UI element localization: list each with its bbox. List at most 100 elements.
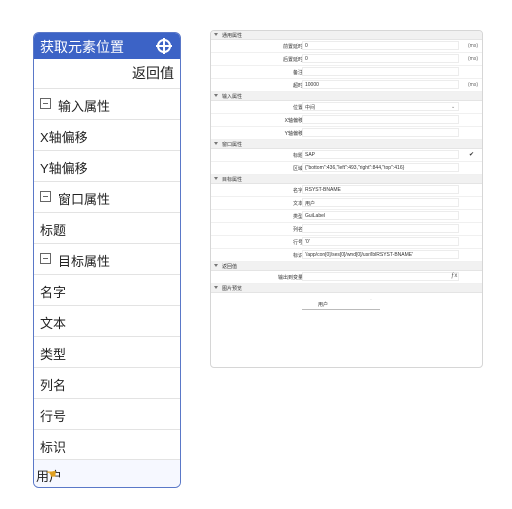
property-row[interactable]: 标识 xyxy=(34,429,180,460)
return-value-label: 返回值 xyxy=(132,65,174,81)
section-window-title: 窗口属性 xyxy=(222,142,243,148)
property-row[interactable]: 名字 xyxy=(34,274,180,305)
property-field-row: 类型 GuiLabel xyxy=(211,210,482,223)
property-row[interactable]: 文本 xyxy=(34,305,180,336)
property-field-row: Y轴偏移 xyxy=(211,127,482,140)
cursor-mark-icon: ˙ xyxy=(370,299,372,305)
row-label: 输入属性 xyxy=(58,99,111,114)
field-unit: (ms) xyxy=(468,43,478,49)
field-unit: (ms) xyxy=(468,56,478,62)
row-label: 列名 xyxy=(40,378,67,393)
property-row[interactable]: 列名 xyxy=(34,367,180,398)
field-input[interactable]: '/app/con[0]/ses[0]/wnd[0]/usr/lblRSYST-… xyxy=(302,250,459,259)
property-field-row: 文本 用户 xyxy=(211,197,482,210)
section-general[interactable]: 通用属性 xyxy=(211,31,482,40)
row-label: 标题 xyxy=(40,223,67,238)
section-return-title: 返回值 xyxy=(222,264,238,270)
preview-image: 用户 ˙ xyxy=(302,299,380,310)
section-input[interactable]: 输入属性 xyxy=(211,92,482,101)
property-row[interactable]: X轴偏移 xyxy=(34,119,180,150)
section-preview-title: 图片预览 xyxy=(222,286,243,292)
section-general-title: 通用属性 xyxy=(222,33,243,39)
chevron-down-icon[interactable]: ⌄ xyxy=(451,104,455,110)
field-key: 前置延时 xyxy=(282,44,303,50)
node-card-title: 获取元素位置 xyxy=(40,39,124,55)
field-input[interactable]: SAP xyxy=(302,150,459,159)
group-header-row[interactable]: 窗口属性 xyxy=(34,181,180,212)
field-input[interactable]: GuiLabel xyxy=(302,211,459,220)
node-card-header[interactable]: 获取元素位置 xyxy=(34,33,180,59)
group-header-row[interactable]: 目标属性 xyxy=(34,243,180,274)
property-row[interactable]: 类型 xyxy=(34,336,180,367)
row-label: 文本 xyxy=(40,316,67,331)
row-label: X轴偏移 xyxy=(40,130,88,145)
caret-down-icon[interactable] xyxy=(214,264,218,267)
return-value-row[interactable]: 返回值 xyxy=(34,59,180,85)
property-panel: 通用属性 前置延时 0 (ms) 后置延时 0 (ms) 备注 超时 10000 (ms) 输入属… xyxy=(210,30,483,368)
caret-down-icon[interactable] xyxy=(214,33,218,36)
image-preview: 用户 ˙ xyxy=(211,293,482,315)
field-input[interactable] xyxy=(302,224,459,233)
property-field-row: 名字 RSYST-BNAME xyxy=(211,184,482,197)
property-row[interactable]: Y轴偏移 xyxy=(34,150,180,181)
property-field-row: 行号 '0' xyxy=(211,236,482,249)
property-field-row: 标识 '/app/con[0]/ses[0]/wnd[0]/usr/lblRSYS… xyxy=(211,249,482,262)
minus-box-icon[interactable] xyxy=(40,98,51,109)
field-input[interactable] xyxy=(302,128,459,137)
property-field-row: 区域 {"bottom":436,"left":493,"right":844,"… xyxy=(211,162,482,175)
section-target[interactable]: 目标属性 xyxy=(211,175,482,184)
property-field-row: X轴偏移 xyxy=(211,114,482,127)
property-field-row: 标题 SAP ✔ xyxy=(211,149,482,162)
property-field-row: 超时 10000 (ms) xyxy=(211,79,482,92)
field-input[interactable]: 10000 xyxy=(302,80,459,89)
caret-down-icon[interactable] xyxy=(214,94,218,97)
property-field-row: 位置 中间 ⌄ xyxy=(211,101,482,114)
row-label: 目标属性 xyxy=(58,254,111,269)
field-input[interactable]: 用户 xyxy=(302,198,459,207)
minus-box-icon[interactable] xyxy=(40,253,51,264)
section-target-title: 目标属性 xyxy=(222,177,243,183)
field-key: 后置延时 xyxy=(282,57,303,63)
section-window[interactable]: 窗口属性 xyxy=(211,140,482,149)
node-card[interactable]: 获取元素位置 返回值 输入属性 X轴偏移 Y轴偏移窗口属性标题目标属性名字文本类型列… xyxy=(33,32,181,488)
field-input[interactable]: 中间 xyxy=(302,102,459,111)
field-input[interactable]: 0 xyxy=(302,41,459,50)
caret-down-icon[interactable] xyxy=(214,177,218,180)
hand-cursor-icon: ☚ xyxy=(46,467,57,481)
caret-down-icon[interactable] xyxy=(214,142,218,145)
property-field-row: 备注 xyxy=(211,66,482,79)
fx-icon[interactable]: ƒx xyxy=(451,273,457,279)
row-label: Y轴偏移 xyxy=(40,161,88,176)
preview-text: 用户 xyxy=(318,302,329,308)
field-input[interactable]: '0' xyxy=(302,237,459,246)
row-label: 类型 xyxy=(40,347,67,362)
row-label: 行号 xyxy=(40,409,67,424)
node-property-list: 输入属性 X轴偏移 Y轴偏移窗口属性标题目标属性名字文本类型列名行号标识 xyxy=(34,88,180,460)
field-input[interactable]: 0 xyxy=(302,54,459,63)
minus-box-icon[interactable] xyxy=(40,191,51,202)
field-input[interactable] xyxy=(302,115,459,124)
crosshair-icon[interactable] xyxy=(156,38,172,54)
field-input[interactable]: RSYST-BNAME xyxy=(302,185,459,194)
group-header-row[interactable]: 输入属性 xyxy=(34,88,180,119)
field-key: 输出到变量 xyxy=(277,275,303,281)
section-input-title: 输入属性 xyxy=(222,94,243,100)
row-label: 窗口属性 xyxy=(58,192,111,207)
field-input[interactable]: {"bottom":436,"left":493,"right":844,"to… xyxy=(302,163,459,172)
property-field-row: 前置延时 0 (ms) xyxy=(211,40,482,53)
section-return[interactable]: 返回值 xyxy=(211,262,482,271)
node-card-footer[interactable]: 用户 ☚ xyxy=(34,459,180,487)
check-icon[interactable]: ✔ xyxy=(469,151,474,158)
row-label: 名字 xyxy=(40,285,67,300)
field-input[interactable] xyxy=(302,272,459,281)
field-input[interactable] xyxy=(302,67,459,76)
property-field-row: 输出到变量 ƒx xyxy=(211,271,482,284)
property-row[interactable]: 行号 xyxy=(34,398,180,429)
section-preview[interactable]: 图片预览 xyxy=(211,284,482,293)
field-key: X轴偏移 xyxy=(284,118,303,124)
property-field-row: 后置延时 0 (ms) xyxy=(211,53,482,66)
caret-down-icon[interactable] xyxy=(214,286,218,289)
property-row[interactable]: 标题 xyxy=(34,212,180,243)
row-label: 标识 xyxy=(40,440,67,455)
field-unit: (ms) xyxy=(468,82,478,88)
